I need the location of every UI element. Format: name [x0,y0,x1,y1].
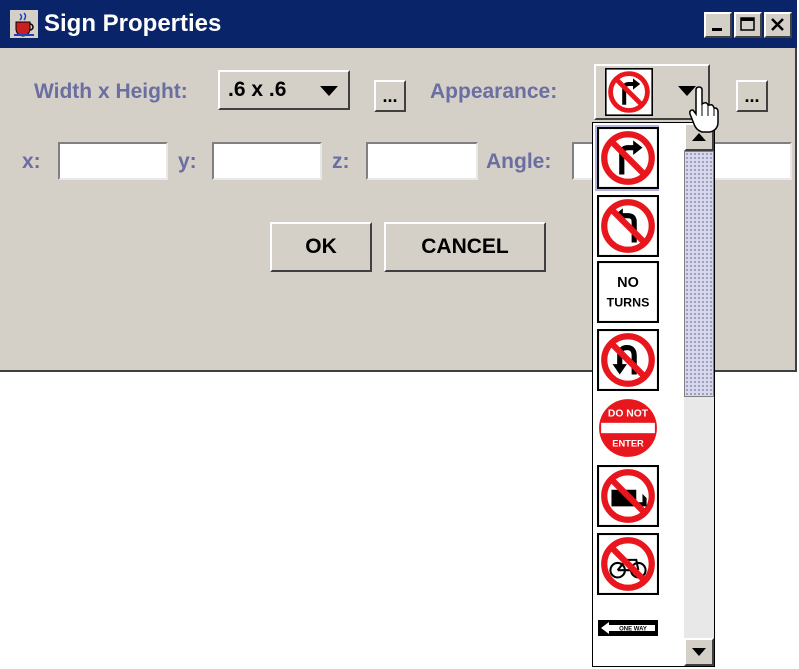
z-label: z: [332,150,350,173]
svg-text:ONE WAY: ONE WAY [619,627,647,633]
size-more-button[interactable]: ... [374,80,406,112]
one-way-sign-icon[interactable]: ONE WAY [597,619,659,637]
scroll-down-button[interactable] [684,638,714,666]
scroll-thumb[interactable] [684,151,714,397]
size-combobox-value: .6 x .6 [228,78,287,101]
x-label: x: [22,150,41,173]
no-right-turn-sign-icon[interactable] [597,127,659,189]
size-label: Width x Height: [34,80,188,103]
svg-text:DO NOT: DO NOT [608,409,649,420]
chevron-down-icon [320,86,338,96]
maximize-button[interactable] [734,12,762,38]
cancel-button[interactable]: CANCEL [384,222,546,272]
close-button[interactable] [764,12,792,38]
size-combobox[interactable]: .6 x .6 [218,70,350,110]
svg-text:NO: NO [617,275,639,291]
ok-button[interactable]: OK [270,222,372,272]
no-u-turn-sign-icon[interactable] [597,329,659,391]
z-field[interactable] [366,142,478,180]
y-label: y: [178,150,197,173]
angle-label: Angle: [486,150,552,173]
no-right-turn-sign-icon [605,68,653,116]
minimize-icon [712,28,722,31]
arrow-down-icon [692,648,706,656]
no-left-turn-sign-icon[interactable] [597,195,659,257]
no-turns-sign-icon[interactable]: NO TURNS [597,261,659,323]
y-field[interactable] [212,142,322,180]
window-title: Sign Properties [44,10,222,37]
no-bicycles-sign-icon[interactable] [597,533,659,595]
hand-pointer-icon [689,86,719,133]
appearance-more-button[interactable]: ... [736,80,768,112]
svg-text:TURNS: TURNS [607,295,650,309]
maximize-icon [740,17,755,31]
x-field[interactable] [58,142,168,180]
title-bar[interactable]: Sign Properties [0,0,797,48]
dropdown-scrollbar[interactable] [684,123,714,666]
close-icon [771,18,784,31]
do-not-enter-sign-icon[interactable]: DO NOT ENTER [597,397,659,459]
svg-text:ENTER: ENTER [612,439,644,449]
appearance-label: Appearance: [430,80,558,103]
no-trucks-sign-icon[interactable] [597,465,659,527]
minimize-button[interactable] [704,12,732,38]
java-cup-icon [10,10,38,38]
